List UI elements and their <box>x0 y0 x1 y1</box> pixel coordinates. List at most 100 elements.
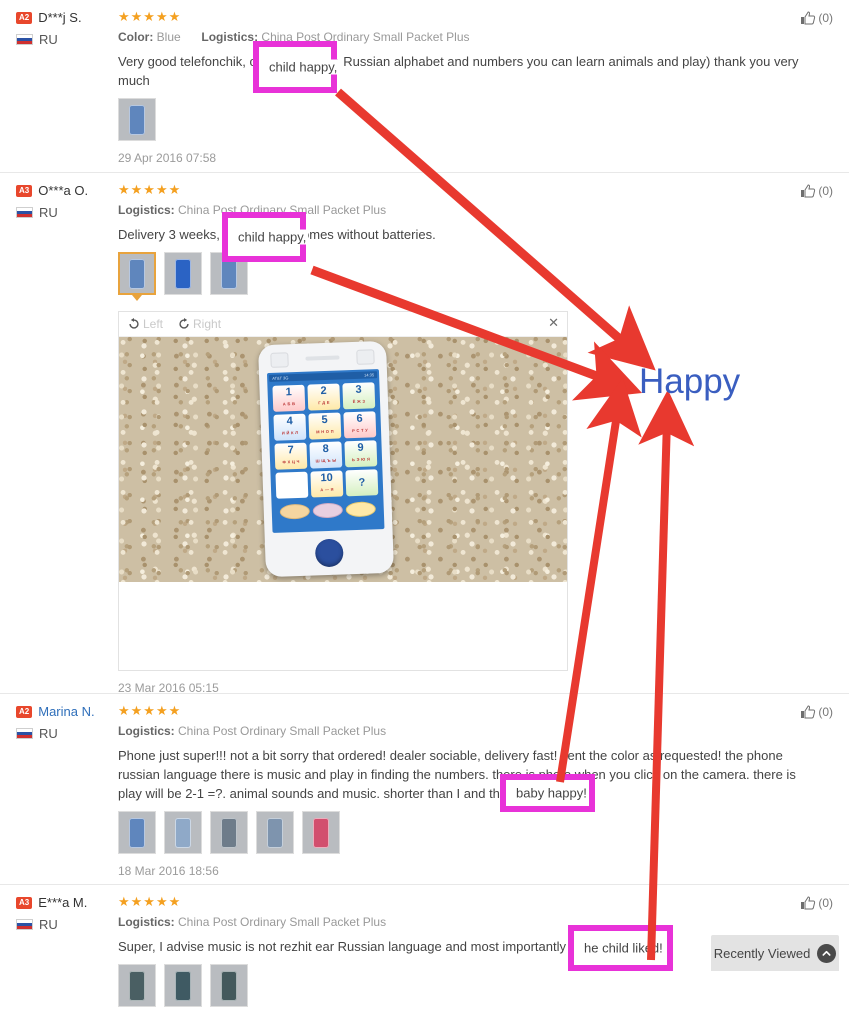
recently-viewed-label: Recently Viewed <box>713 945 811 961</box>
review-text: Phone just super!!! not a bit sorry that… <box>118 748 796 801</box>
reviewer-name[interactable]: Marina N. <box>38 704 94 719</box>
review-thumbnail[interactable] <box>164 811 202 854</box>
review-thumbnail[interactable] <box>210 811 248 854</box>
toy-status-left: AT&T 3G <box>272 375 289 381</box>
review-user-column: A2 D***j S. RU <box>0 10 118 165</box>
toy-home-button <box>314 538 344 568</box>
toy-key-number: 8 <box>322 442 329 456</box>
helpful-count[interactable]: (0) <box>800 183 833 199</box>
review-text: Very good telefonchik, child happy, the … <box>118 54 799 88</box>
review-photo[interactable]: AT&T 3G 14:35 1 А Б В 2Г Д Е 3 Ё Ж З 4И Й … <box>119 337 567 582</box>
logistics-label: Logistics: <box>201 30 259 44</box>
reviewer-name: O***a O. <box>38 183 89 198</box>
close-icon[interactable]: ✕ <box>548 316 559 330</box>
highlight-text: child happy, <box>267 59 340 75</box>
toy-key-sub: Г Д Е <box>318 399 330 406</box>
helpful-count-label: (0) <box>818 896 833 910</box>
color-value: Blue <box>156 30 181 44</box>
chevron-up-icon[interactable] <box>817 943 837 963</box>
toy-key-number: 2 <box>320 384 327 398</box>
thumbs-up-icon <box>801 184 816 198</box>
logistics-label: Logistics: <box>118 203 175 217</box>
highlight-text: he child liked! <box>582 940 665 956</box>
toy-bottom-row <box>273 499 382 520</box>
toy-key: 2Г Д Е <box>307 383 341 411</box>
toy-key: 9 Ь Э Ю Я <box>344 440 378 468</box>
rotate-right-icon <box>179 318 189 329</box>
toy-key-sub: Ь Э Ю Я <box>351 456 371 463</box>
helpful-count-label: (0) <box>818 705 833 719</box>
toy-status-time: 14:35 <box>363 372 375 378</box>
country-code: RU <box>39 32 58 47</box>
helpful-count-label: (0) <box>818 11 833 25</box>
toy-key: 5М Н О П <box>308 412 342 440</box>
review-body: ★★★★★ Logistics: China Post Ordinary Sma… <box>118 704 849 878</box>
helpful-count[interactable]: (0) <box>800 704 833 720</box>
helpful-count[interactable]: (0) <box>800 895 833 911</box>
rotate-left-icon <box>129 318 139 329</box>
review-date: 29 Apr 2016 07:58 <box>118 151 217 165</box>
toy-phone-image: AT&T 3G 14:35 1 А Б В 2Г Д Е 3 Ё Ж З 4И Й … <box>257 340 395 578</box>
country-flag-icon <box>16 728 33 739</box>
helpful-count-label: (0) <box>818 184 833 198</box>
highlight-text: baby happy! <box>514 785 589 801</box>
toy-phone-screen: AT&T 3G 14:35 1 А Б В 2Г Д Е 3 Ё Ж З 4И Й … <box>266 369 385 533</box>
review-thumbnail[interactable] <box>118 964 156 1007</box>
review-thumbnail[interactable] <box>118 811 156 854</box>
toy-key-number: 7 <box>287 444 294 457</box>
review-thumbnail[interactable] <box>164 252 202 295</box>
review-thumbnail[interactable] <box>118 98 156 141</box>
toy-key-number: 6 <box>356 412 363 425</box>
review-user-column: A3 O***a O. RU <box>0 183 118 695</box>
review-thumbnail[interactable] <box>302 811 340 854</box>
reviewer-name: E***a M. <box>38 895 88 910</box>
rotate-right-label: Right <box>193 317 222 331</box>
user-level-badge: A3 <box>16 184 33 197</box>
review-thumbnail[interactable] <box>118 252 156 295</box>
country-flag-icon <box>16 34 33 45</box>
rotate-left-button[interactable]: Left <box>127 317 163 331</box>
reviews-page: A2 D***j S. RU ★★★★★ Color: Blue Logisti… <box>0 0 849 1007</box>
country-flag-icon <box>16 207 33 218</box>
recently-viewed-widget[interactable]: Recently Viewed <box>711 935 839 971</box>
logistics-value: China Post Ordinary Small Packet Plus <box>178 915 387 929</box>
review-item: A2 D***j S. RU ★★★★★ Color: Blue Logisti… <box>0 0 849 173</box>
toy-key-sub: А Б В <box>282 401 296 407</box>
user-level-badge: A3 <box>16 896 33 909</box>
toy-button-music-icon <box>345 501 377 518</box>
country-code: RU <box>39 205 58 220</box>
review-thumbnail[interactable] <box>164 964 202 1007</box>
toy-key-sub: Р С Т У <box>351 427 369 434</box>
toy-button-animals-icon <box>279 503 310 520</box>
toy-key: 4И Й К Л <box>273 413 307 441</box>
review-body: ★★★★★ Color: Blue Logistics: China Post … <box>118 10 849 165</box>
country-code: RU <box>39 917 58 932</box>
review-meta: Color: Blue Logistics: China Post Ordina… <box>118 29 833 45</box>
toy-key-sub: М Н О П <box>316 428 334 435</box>
toy-key: 8Ш Щ Ъ Ы <box>309 441 343 469</box>
toy-key: 6 Р С Т У <box>343 411 377 439</box>
toy-key: 1 А Б В <box>272 384 306 412</box>
review-date: 18 Mar 2016 18:56 <box>118 864 219 878</box>
helpful-count[interactable]: (0) <box>800 10 833 26</box>
reviewer-name: D***j S. <box>38 10 82 25</box>
toy-key-number: 5 <box>321 413 328 427</box>
toy-button-camera-icon <box>312 502 344 519</box>
highlight-box: baby happy! <box>500 774 595 812</box>
review-thumbnails <box>118 811 833 854</box>
toy-key: 3 Ё Ж З <box>342 382 376 410</box>
thumbs-up-icon <box>801 705 816 719</box>
toy-key-sub: И Й К Л <box>281 429 299 436</box>
logistics-label: Logistics: <box>118 915 175 929</box>
toy-key-sub: Ш Щ Ъ Ы <box>315 457 337 464</box>
toy-key-number: 3 <box>355 383 362 396</box>
review-thumbnail[interactable] <box>210 964 248 1007</box>
country-flag-icon <box>16 919 33 930</box>
review-meta: Logistics: China Post Ordinary Small Pac… <box>118 914 833 930</box>
image-viewer: Left Right ✕ AT&T 3G 14:35 1 А Б В 2 Г Д… <box>118 311 568 671</box>
rotate-right-button[interactable]: Right <box>177 317 221 331</box>
toy-key <box>275 471 309 499</box>
user-level-badge: A2 <box>16 11 33 24</box>
review-thumbnail[interactable] <box>256 811 294 854</box>
toy-key: 7Ф Х Ц Ч <box>274 442 308 470</box>
